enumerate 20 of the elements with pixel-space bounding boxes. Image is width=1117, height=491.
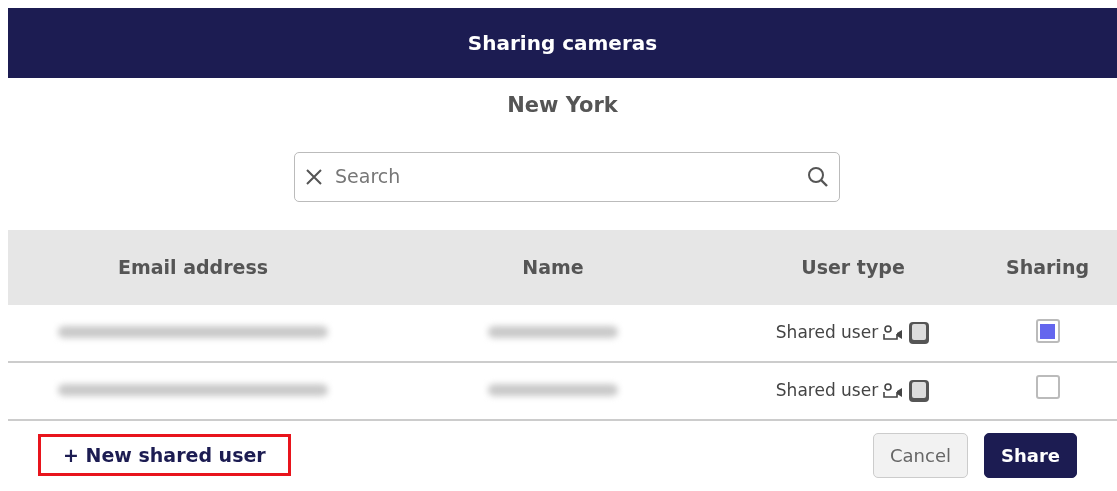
checkbox[interactable] [1035, 375, 1060, 399]
column-header: Name [522, 255, 584, 278]
column-header: Email address [117, 255, 269, 278]
search-icon[interactable] [807, 165, 829, 188]
checkbox[interactable] [1035, 319, 1060, 344]
search-field[interactable]: Search [294, 151, 840, 202]
user-type-text: Shared user [775, 320, 879, 344]
device-icon [908, 320, 931, 345]
dialog-title: Sharing cameras [467, 30, 658, 57]
new-user-link[interactable]: + New shared user [38, 433, 291, 477]
location-title: New York [507, 92, 618, 119]
share-button[interactable]: Share [984, 432, 1077, 478]
column-header: User type [801, 255, 905, 278]
clear-icon[interactable] [305, 167, 323, 186]
column-header: Sharing [1005, 255, 1089, 278]
user-type-text: Shared user [775, 378, 879, 402]
gear-camera-icon [882, 323, 905, 342]
gear-camera-icon [882, 381, 905, 400]
device-icon [908, 378, 931, 403]
cancel-button[interactable]: Cancel [873, 432, 968, 478]
